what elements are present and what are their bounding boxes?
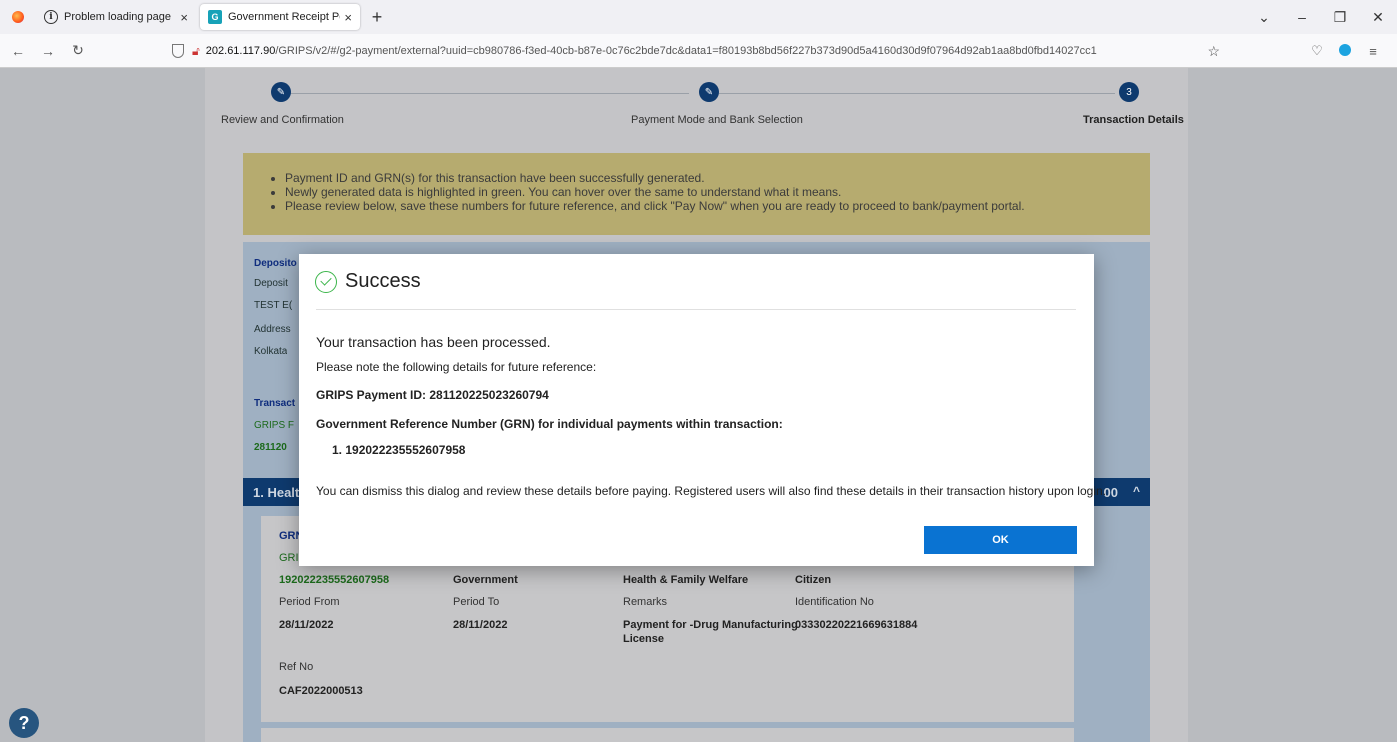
payment-id-label: GRIPS F xyxy=(254,420,295,431)
accordion-title: 1. Healtl xyxy=(253,485,303,500)
success-notice: Payment ID and GRN(s) for this transacti… xyxy=(243,153,1150,235)
url-bar[interactable]: 🔓︎ 202.61.117.90 /GRIPS/v2/#/g2-payment/… xyxy=(172,38,1220,64)
insecure-lock-icon[interactable]: 🔓︎ xyxy=(192,44,200,59)
toolbar-right: ♡ ≡ xyxy=(1303,34,1387,68)
restore-button[interactable]: ❐ xyxy=(1321,9,1359,26)
url-path: /GRIPS/v2/#/g2-payment/external?uuid=cb9… xyxy=(275,45,1097,57)
browser-nav-bar: ← → ↻ 🔓︎ 202.61.117.90 /GRIPS/v2/#/g2-pa… xyxy=(0,34,1397,68)
period-from-value: 28/11/2022 xyxy=(279,619,334,631)
menu-icon[interactable]: ≡ xyxy=(1359,44,1387,59)
remarks-value-line2: License xyxy=(623,633,664,645)
address-label: Address xyxy=(254,324,291,335)
tab-title: Problem loading page xyxy=(64,11,172,23)
shield-icon[interactable] xyxy=(172,44,184,58)
close-icon[interactable]: × xyxy=(180,10,188,25)
notice-item: Newly generated data is highlighted in g… xyxy=(285,185,1150,199)
id-no-value: 03330220221669631884 xyxy=(795,619,918,631)
window-controls: ⌄ – ❐ ✕ xyxy=(1245,0,1397,34)
ref-no-value: CAF2022000513 xyxy=(279,685,363,697)
depositor-heading: Deposito xyxy=(254,258,297,269)
address-value: Kolkata xyxy=(254,346,288,357)
reference-note: Please note the following details for fu… xyxy=(316,360,597,374)
firefox-icon[interactable] xyxy=(0,0,36,34)
period-from-label: Period From xyxy=(279,596,340,608)
gov-favicon-icon: G xyxy=(208,10,222,24)
transaction-heading: Transact xyxy=(254,398,296,409)
step-label: Payment Mode and Bank Selection xyxy=(631,114,803,126)
depositor-name: TEST E( xyxy=(254,300,293,311)
help-button[interactable]: ? xyxy=(9,708,39,738)
browser-tab-bar: i Problem loading page × G Government Re… xyxy=(0,0,1397,34)
chevron-up-icon[interactable]: ^ xyxy=(1133,484,1140,498)
grn-label: GRI xyxy=(279,552,299,564)
period-to-value: 28/11/2022 xyxy=(453,619,508,631)
tab-list-icon[interactable]: ⌄ xyxy=(1245,9,1283,26)
bookmark-star-icon[interactable]: ☆ xyxy=(1207,43,1220,60)
grn-list-item: 1. 192022235552607958 xyxy=(332,443,466,457)
step-label: Transaction Details xyxy=(1083,114,1184,126)
divider xyxy=(316,309,1076,310)
url-host: 202.61.117.90 xyxy=(205,45,276,57)
close-icon[interactable]: × xyxy=(344,10,352,25)
step-label: Review and Confirmation xyxy=(221,114,344,126)
pencil-icon: ✎ xyxy=(271,82,291,102)
grn-heading-text: Government Reference Number (GRN) for in… xyxy=(316,417,783,431)
account-icon[interactable] xyxy=(1331,43,1359,59)
pencil-icon: ✎ xyxy=(699,82,719,102)
success-dialog: Success Your transaction has been proces… xyxy=(299,254,1106,566)
dialog-title: Success xyxy=(315,270,421,293)
dismiss-note: You can dismiss this dialog and review t… xyxy=(316,484,1106,498)
pocket-icon[interactable]: ♡ xyxy=(1303,43,1331,59)
back-button[interactable]: ← xyxy=(6,43,30,59)
processed-message: Your transaction has been processed. xyxy=(316,334,551,350)
forward-button[interactable]: → xyxy=(36,43,60,59)
type-value: Government xyxy=(453,574,518,586)
remarks-value-line1: Payment for -Drug Manufacturing xyxy=(623,619,798,631)
tab-title: Government Receipt Portal Syst xyxy=(228,11,340,23)
period-to-label: Period To xyxy=(453,596,500,608)
department-value: Health & Family Welfare xyxy=(623,574,749,586)
check-circle-icon xyxy=(315,270,337,293)
notice-item: Payment ID and GRN(s) for this transacti… xyxy=(285,171,1150,185)
step-review: ✎ xyxy=(245,82,317,102)
payment-id-value: 281120 xyxy=(254,442,287,453)
step-connector xyxy=(287,93,689,94)
id-no-label: Identification No xyxy=(795,596,874,608)
step-transaction-details: 3 xyxy=(1093,82,1165,102)
info-icon: i xyxy=(44,10,58,24)
new-tab-button[interactable]: + xyxy=(364,7,390,28)
notice-item: Please review below, save these numbers … xyxy=(285,199,1150,213)
ref-no-label: Ref No xyxy=(279,661,314,673)
close-window-button[interactable]: ✕ xyxy=(1359,9,1397,26)
tab-government-receipt-portal[interactable]: G Government Receipt Portal Syst × xyxy=(200,4,360,30)
grn-value: 192022235552607958 xyxy=(279,574,390,586)
payment-id-text: GRIPS Payment ID: 281120225023260794 xyxy=(316,388,549,402)
depositor-label: Deposit xyxy=(254,278,288,289)
tab-problem-loading[interactable]: i Problem loading page × xyxy=(36,4,196,30)
ok-button[interactable]: OK xyxy=(924,526,1077,554)
remarks-label: Remarks xyxy=(623,596,668,608)
step-connector xyxy=(719,93,1115,94)
reload-button[interactable]: ↻ xyxy=(66,42,90,59)
step-number: 3 xyxy=(1119,82,1139,102)
dialog-title-text: Success xyxy=(345,270,421,292)
next-card xyxy=(261,728,1074,742)
step-payment-mode: ✎ xyxy=(673,82,745,102)
stepper: ✎ ✎ 3 Review and Confirmation Payment Mo… xyxy=(205,82,1188,142)
minimize-button[interactable]: – xyxy=(1283,9,1321,25)
payer-value: Citizen xyxy=(795,574,832,586)
